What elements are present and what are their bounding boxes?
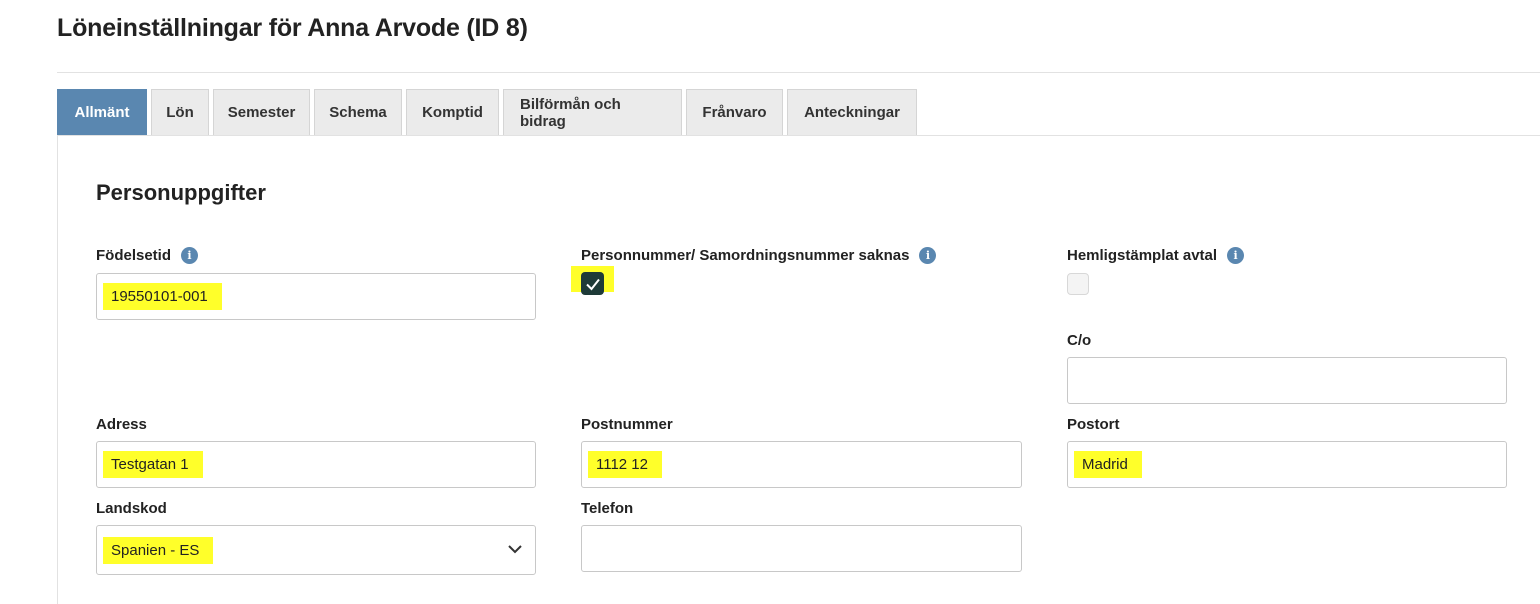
missing-id-label-group: Personnummer/ Samordningsnummer saknas i <box>581 247 937 264</box>
secret-checkbox[interactable] <box>1067 273 1089 295</box>
birth-value: 19550101-001 <box>103 283 222 310</box>
panel-border <box>57 135 58 604</box>
info-icon[interactable]: i <box>919 247 937 264</box>
section-title: Personuppgifter <box>96 180 266 205</box>
check-icon <box>585 278 600 291</box>
tab-allmant[interactable]: Allmänt <box>57 89 147 135</box>
tab-schema[interactable]: Schema <box>314 89 402 135</box>
birth-label: Födelsetid <box>96 247 172 264</box>
tab-semester[interactable]: Semester <box>213 89 310 135</box>
phone-label: Telefon <box>581 500 634 517</box>
secret-label: Hemligstämplat avtal <box>1067 247 1218 264</box>
missing-id-label: Personnummer/ Samordningsnummer saknas <box>581 247 910 264</box>
co-label: C/o <box>1067 332 1092 349</box>
chevron-down-icon <box>508 545 522 554</box>
tab-lon[interactable]: Lön <box>151 89 209 135</box>
page-title: Löneinställningar för Anna Arvode (ID 8) <box>57 14 528 42</box>
address-value: Testgatan 1 <box>103 451 203 478</box>
tab-anteckningar[interactable]: Anteckningar <box>787 89 917 135</box>
info-icon[interactable]: i <box>181 247 199 264</box>
birth-input[interactable]: 19550101-001 <box>96 273 536 320</box>
missing-id-checkbox[interactable] <box>581 272 604 295</box>
info-icon[interactable]: i <box>1227 247 1245 264</box>
co-input[interactable] <box>1067 357 1507 404</box>
address-label: Adress <box>96 416 147 433</box>
postal-code-input[interactable]: 1112 12 <box>581 441 1022 488</box>
country-code-select[interactable]: Spanien - ES <box>96 525 536 575</box>
postal-code-label: Postnummer <box>581 416 673 433</box>
tab-komptid[interactable]: Komptid <box>406 89 499 135</box>
city-input[interactable]: Madrid <box>1067 441 1507 488</box>
postal-code-value: 1112 12 <box>588 451 662 478</box>
tab-divider <box>57 135 1540 136</box>
tab-franvaro[interactable]: Frånvaro <box>686 89 783 135</box>
tab-bilforman[interactable]: Bilförmån och bidrag <box>503 89 682 135</box>
address-input[interactable]: Testgatan 1 <box>96 441 536 488</box>
secret-label-group: Hemligstämplat avtal i <box>1067 247 1245 264</box>
city-label: Postort <box>1067 416 1120 433</box>
tab-bar: Allmänt Lön Semester Schema Komptid Bilf… <box>57 89 921 135</box>
country-code-value: Spanien - ES <box>103 536 214 564</box>
birth-label-group: Födelsetid i <box>96 247 199 264</box>
city-value: Madrid <box>1074 451 1142 478</box>
phone-input[interactable] <box>581 525 1022 572</box>
country-code-label: Landskod <box>96 500 167 517</box>
title-divider <box>57 72 1540 73</box>
